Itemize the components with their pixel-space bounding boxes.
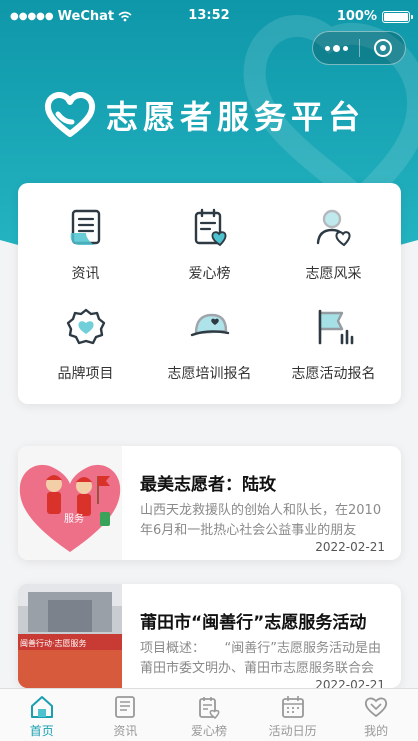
menu-label: 品牌项目 [57, 366, 114, 382]
news-thumbnail: 闽善行动·志愿服务 [18, 584, 122, 688]
home-icon [30, 696, 53, 718]
tab-mine[interactable]: 我的 [334, 689, 418, 741]
menu-item-activity-signup[interactable]: 志愿活动报名 [270, 283, 397, 383]
news-date: 2022-02-21 [315, 540, 385, 554]
news-icon [70, 209, 100, 245]
more-dot [324, 45, 330, 51]
more-dot [332, 44, 340, 52]
tab-news[interactable]: 资讯 [84, 689, 168, 741]
brand-badge-icon [66, 308, 105, 345]
news-thumbnail: 服务 [18, 446, 122, 560]
menu-item-brand-project[interactable]: 品牌项目 [22, 283, 149, 383]
menu-grid: 资讯 爱心榜 志愿风采 品牌项目 志愿培训报名 志愿活动报名 [18, 183, 401, 404]
tab-label: 活动日历 [268, 724, 317, 738]
menu-label: 爱心榜 [188, 266, 231, 282]
news-title: 莆田市“闽善行”志愿服务活动 [140, 613, 367, 633]
news-card[interactable]: 服务 最美志愿者：陆玫 山西天龙救援队的创始人和队长，在2010年6月和一批热心… [18, 446, 401, 560]
app-brand: 志愿者服务平台 [44, 92, 365, 138]
battery-percent: 100% [336, 9, 377, 24]
tab-label: 首页 [29, 724, 54, 738]
news-description: 山西天龙救援队的创始人和队长，在2010年6月和一批热心社会公益事业的朋友 [140, 503, 382, 538]
close-button[interactable] [360, 32, 405, 64]
heart-logo-icon [44, 92, 96, 137]
tab-activity-calendar[interactable]: 活动日历 [251, 689, 335, 741]
heart-board-icon [194, 208, 226, 247]
battery-icon [382, 10, 413, 23]
volunteer-profile-icon [316, 209, 351, 247]
thumbnail-caption: 闽善行动·志愿服务 [20, 638, 87, 648]
tab-home[interactable]: 首页 [0, 689, 84, 741]
menu-item-training-signup[interactable]: 志愿培训报名 [146, 283, 273, 383]
training-cap-icon [190, 313, 229, 337]
status-bar: ●●●●● WeChat 13:52 100% [0, 0, 418, 32]
news-title: 最美志愿者：陆玫 [140, 475, 276, 495]
menu-item-volunteer-profile[interactable]: 志愿风采 [270, 183, 397, 283]
menu-label: 志愿活动报名 [291, 366, 376, 382]
menu-label: 资讯 [71, 266, 100, 282]
tab-label: 爱心榜 [190, 724, 227, 738]
menu-label: 志愿风采 [305, 266, 362, 282]
thumbnail-caption: 服务 [64, 512, 84, 525]
calendar-icon [281, 696, 304, 718]
more-button[interactable] [313, 32, 359, 64]
more-dot [342, 45, 348, 51]
profile-heart-icon [365, 697, 388, 718]
tab-heart-board[interactable]: 爱心榜 [167, 689, 251, 741]
activity-flag-icon [318, 309, 353, 345]
tab-label: 我的 [364, 724, 389, 738]
news-date: 2022-02-21 [315, 678, 385, 688]
menu-item-news[interactable]: 资讯 [22, 183, 149, 283]
tab-label: 资讯 [113, 724, 138, 738]
news-icon [115, 696, 136, 718]
news-card[interactable]: 闽善行动·志愿服务 莆田市“闽善行”志愿服务活动 项目概述： “闽善行”志愿服务… [18, 584, 401, 688]
app-title: 志愿者服务平台 [106, 98, 366, 136]
target-icon [373, 39, 392, 57]
menu-label: 志愿培训报名 [167, 366, 252, 382]
miniprogram-capsule [312, 31, 406, 65]
tab-bar: 首页 资讯 爱心榜 活动日历 我的 [0, 688, 418, 741]
menu-item-heart-board[interactable]: 爱心榜 [146, 183, 273, 283]
heart-board-icon [199, 697, 220, 719]
news-description: 项目概述： “闽善行”志愿服务活动是由莆田市委文明办、莆田市志愿服务联合会 [140, 641, 381, 676]
